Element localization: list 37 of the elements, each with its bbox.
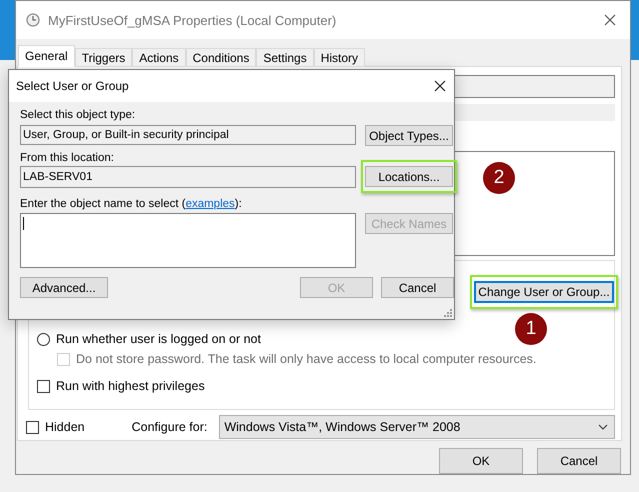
radio-button[interactable] <box>37 332 50 346</box>
examples-link[interactable]: examples <box>186 198 235 210</box>
location-field: LAB-SERV01 <box>20 166 356 188</box>
ok-button[interactable]: OK <box>439 448 523 474</box>
configure-dropdown[interactable]: Windows Vista™, Windows Server™ 2008 <box>219 415 615 439</box>
cancel-button[interactable]: Cancel <box>381 277 454 298</box>
option-label: Do not store password. The task will only have access to local computer resources. <box>76 352 536 366</box>
field-label: Enter the object name to select (examples): <box>20 198 242 210</box>
chevron-down-icon <box>598 424 608 430</box>
option-label: Run with highest privileges <box>56 379 205 393</box>
option-label: Hidden <box>45 420 85 434</box>
option-label: Run whether user is logged on or not <box>56 332 261 346</box>
resize-grip-icon <box>444 309 452 317</box>
checkbox[interactable] <box>37 380 50 392</box>
field-label: Select this object type: <box>20 109 136 121</box>
advanced-button[interactable]: Advanced... <box>20 277 108 298</box>
checkbox[interactable] <box>26 420 39 434</box>
configure-label: Configure for: <box>132 420 208 434</box>
window-title: MyFirstUseOf_gMSA Properties (Local Computer) <box>48 12 338 28</box>
tab[interactable]: General <box>18 45 75 67</box>
change-user-button[interactable]: Change User or Group... <box>474 281 614 303</box>
tab[interactable]: Actions <box>132 48 186 67</box>
locations-button[interactable]: Locations... <box>365 166 453 187</box>
close-icon <box>434 80 446 92</box>
cancel-button[interactable]: Cancel <box>537 448 621 474</box>
tab[interactable]: Conditions <box>186 48 256 67</box>
step-number: 1 <box>515 313 547 345</box>
tab[interactable]: Settings <box>256 48 314 67</box>
object-name-field[interactable] <box>20 213 356 268</box>
field-label: From this location: <box>20 152 114 164</box>
clock-icon <box>26 13 40 27</box>
tab[interactable]: History <box>314 48 366 67</box>
close-icon <box>604 14 616 26</box>
tab[interactable]: Triggers <box>74 48 132 67</box>
object-type-field: User, Group, or Built-in security principal <box>20 125 356 145</box>
object-types-button[interactable]: Object Types... <box>365 125 453 146</box>
dialog-title: Select User or Group <box>16 79 130 93</box>
